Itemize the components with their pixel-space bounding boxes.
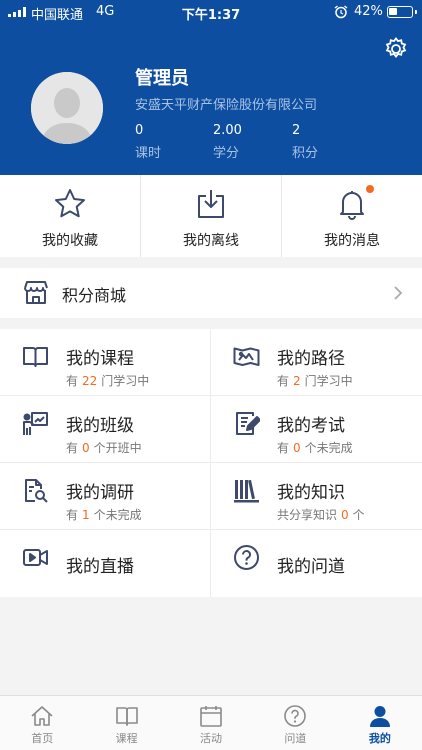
tab-label: 活动 [200,732,223,745]
subtitle-prefix: 有 [66,441,79,455]
default-user-avatar-icon [31,72,103,144]
user-name: 管理员 [135,68,189,89]
alarm-clock-icon [334,5,348,19]
avatar[interactable] [31,72,103,144]
store-icon [24,281,48,304]
question-icon [234,545,259,570]
my-knowledge-item[interactable]: 我的知识 共分享知识 0 个 [211,463,422,530]
item-subtitle: 有 2 门学习中 [277,372,353,389]
item-count: 2 [293,374,301,388]
item-subtitle: 有 0 个未完成 [277,439,353,456]
offline-button[interactable]: 我的离线 [141,175,282,257]
stat-label: 课时 [135,146,162,161]
tab-label: 课程 [115,732,138,745]
subtitle-prefix: 有 [66,508,79,522]
favorites-button[interactable]: 我的收藏 [0,175,141,257]
item-count: 22 [82,374,98,388]
messages-button[interactable]: 我的消息 [282,175,422,257]
tab-home[interactable]: 首页 [0,696,84,750]
learning-menu-grid: 我的课程 有 22 门学习中 我的路径 有 2 门学习中 我的班级 有 0 个开班中 [0,329,422,597]
subtitle-prefix: 有 [66,374,79,388]
item-count: 0 [293,441,301,455]
unread-badge [366,185,374,193]
my-qa-item[interactable]: 我的问道 [211,530,422,597]
item-title: 我的考试 [277,416,345,436]
battery-percent: 42% [354,4,383,19]
map-icon [233,347,260,366]
question-icon [284,705,307,727]
subtitle-suffix: 个开班中 [93,441,142,455]
stat-class-hours: 0 课时 [135,123,161,161]
tab-label: 问道 [284,732,307,745]
subtitle-suffix: 个未完成 [93,508,142,522]
stat-value: 0 [135,123,144,138]
my-live-item[interactable]: 我的直播 [0,530,211,597]
stat-credits: 2.00 学分 [213,123,242,161]
user-icon [369,706,390,727]
subtitle-suffix: 个 [352,508,365,522]
battery-icon [387,6,417,18]
item-subtitle: 共分享知识 0 个 [277,506,365,523]
status-bar: 中国联通 4G 下午1:37 42% [0,0,422,24]
survey-icon [25,479,48,503]
teacher-icon [23,412,48,435]
quick-actions: 我的收藏 我的离线 我的消息 [0,175,422,257]
book-icon [115,707,138,726]
tab-label: 首页 [31,732,54,745]
item-subtitle: 有 22 门学习中 [66,372,149,389]
exam-icon [236,412,260,435]
item-title: 我的路径 [277,349,345,369]
tab-qa[interactable]: 问道 [253,696,337,750]
bell-icon [340,191,364,220]
my-courses-item[interactable]: 我的课程 有 22 门学习中 [0,329,211,396]
book-icon [23,347,48,367]
tab-label: 我的 [368,732,391,745]
item-subtitle: 有 1 个未完成 [66,506,142,523]
item-title: 我的知识 [277,483,345,503]
download-icon [198,190,224,218]
item-count: 0 [341,508,349,522]
messages-label: 我的消息 [324,233,380,249]
chevron-right-icon [394,286,403,300]
my-exam-item[interactable]: 我的考试 有 0 个未完成 [211,396,422,463]
star-icon [55,189,85,218]
tab-courses[interactable]: 课程 [84,696,168,750]
subtitle-prefix: 有 [277,441,290,455]
subtitle-suffix: 个未完成 [304,441,353,455]
profile-header: 中国联通 4G 下午1:37 42% 管理员 安盛天平财产保险股份有限公司 0 … [0,0,422,175]
subtitle-prefix: 有 [277,374,290,388]
my-class-item[interactable]: 我的班级 有 0 个开班中 [0,396,211,463]
my-survey-item[interactable]: 我的调研 有 1 个未完成 [0,463,211,530]
item-title: 我的课程 [66,349,134,369]
company-name: 安盛天平财产保险股份有限公司 [135,98,318,113]
subtitle-suffix: 门学习中 [101,374,150,388]
subtitle-suffix: 门学习中 [304,374,353,388]
favorites-label: 我的收藏 [42,233,98,249]
stat-label: 积分 [292,146,319,161]
bottom-tab-bar: 首页 课程 活动 问道 我的 [0,695,422,750]
stat-value: 2 [292,123,301,138]
offline-label: 我的离线 [183,233,239,249]
stat-label: 学分 [213,146,240,161]
calendar-icon [200,706,222,727]
item-title: 我的调研 [66,483,134,503]
home-icon [31,706,53,726]
video-icon [23,549,48,566]
subtitle-prefix: 共分享知识 [277,508,338,522]
item-count: 0 [82,441,90,455]
item-title: 我的班级 [66,416,134,436]
library-icon [234,479,259,503]
stat-value: 2.00 [213,123,242,138]
my-path-item[interactable]: 我的路径 有 2 门学习中 [211,329,422,396]
tab-mine[interactable]: 我的 [338,696,422,750]
stat-points: 2 积分 [292,123,318,161]
points-mall-label: 积分商城 [62,286,127,305]
item-title: 我的直播 [66,557,134,577]
tab-activities[interactable]: 活动 [169,696,253,750]
settings-gear-icon[interactable] [383,36,409,62]
item-count: 1 [82,508,90,522]
item-title: 我的问道 [277,557,345,577]
item-subtitle: 有 0 个开班中 [66,439,142,456]
points-mall-row[interactable]: 积分商城 [0,268,422,318]
